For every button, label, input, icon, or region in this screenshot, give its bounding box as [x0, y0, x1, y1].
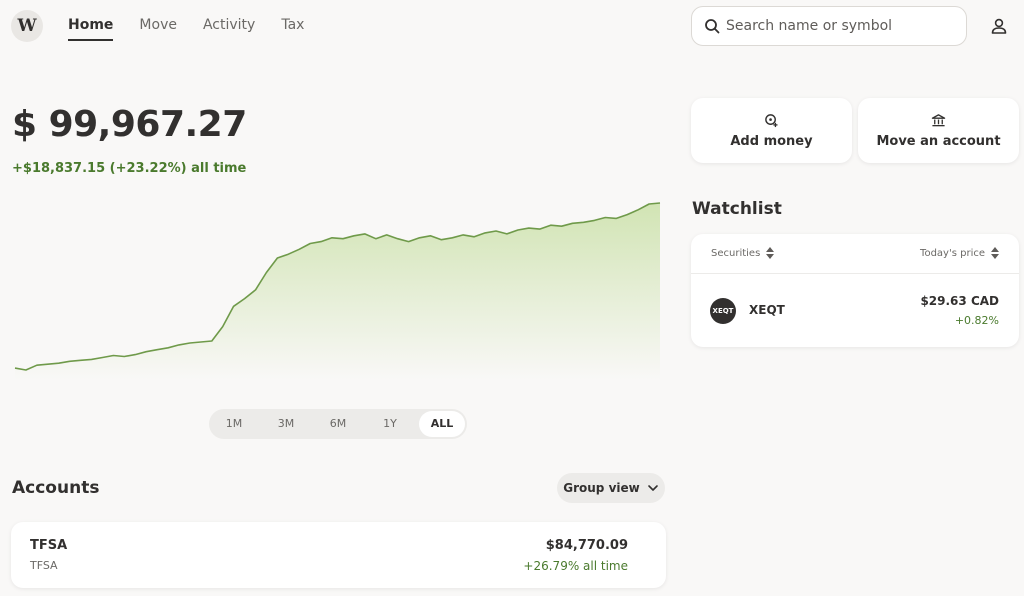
- accounts-heading: Accounts: [12, 478, 100, 498]
- portfolio-balance: $ 99,967.27: [12, 104, 247, 145]
- search-icon: [705, 19, 720, 34]
- sort-icon: [991, 247, 999, 259]
- nav-activity[interactable]: Activity: [203, 17, 255, 41]
- watchlist-heading: Watchlist: [692, 199, 782, 219]
- main-nav: Home Move Activity Tax: [68, 17, 330, 41]
- time-range-selector: 1M 3M 6M 1Y ALL: [209, 409, 467, 439]
- price-column-label: Today's price: [920, 247, 985, 259]
- sort-icon: [766, 247, 775, 259]
- account-value: $84,770.09: [545, 538, 628, 553]
- range-1y[interactable]: 1Y: [367, 411, 413, 437]
- nav-home[interactable]: Home: [68, 17, 114, 41]
- user-icon[interactable]: [990, 17, 1008, 35]
- portfolio-chart[interactable]: [10, 195, 665, 380]
- add-money-label: Add money: [730, 133, 813, 149]
- range-3m[interactable]: 3M: [263, 411, 309, 437]
- search-placeholder: Search name or symbol: [726, 18, 893, 34]
- nav-tax[interactable]: Tax: [281, 17, 304, 41]
- range-6m[interactable]: 6M: [315, 411, 361, 437]
- account-type: TFSA: [30, 559, 58, 572]
- security-logo: XEQT: [710, 298, 736, 324]
- securities-column-label: Securities: [711, 247, 761, 259]
- chart-area: [15, 203, 660, 380]
- add-money-button[interactable]: Add money: [691, 98, 852, 163]
- security-price: $29.63 CAD: [920, 294, 999, 308]
- account-name: TFSA: [30, 538, 68, 553]
- sort-securities[interactable]: Securities: [711, 247, 775, 259]
- portfolio-change: +$18,837.15 (+23.22%) all time: [12, 161, 247, 176]
- watchlist-header: Securities Today's price: [691, 234, 1019, 274]
- plus-coin-icon: [765, 113, 778, 127]
- watchlist-row[interactable]: XEQT XEQT $29.63 CAD +0.82%: [691, 273, 1019, 347]
- security-symbol: XEQT: [749, 303, 785, 317]
- move-account-button[interactable]: Move an account: [858, 98, 1019, 163]
- sort-price[interactable]: Today's price: [920, 247, 999, 259]
- logo[interactable]: W: [11, 10, 43, 42]
- nav-move[interactable]: Move: [139, 17, 177, 41]
- range-1m[interactable]: 1M: [211, 411, 257, 437]
- account-card[interactable]: TFSA TFSA $84,770.09 +26.79% all time: [11, 522, 666, 588]
- group-view-button[interactable]: Group view: [557, 473, 665, 503]
- move-account-label: Move an account: [876, 133, 1001, 149]
- chevron-down-icon: [647, 485, 658, 491]
- range-all[interactable]: ALL: [419, 411, 465, 437]
- security-change: +0.82%: [954, 314, 999, 327]
- bank-icon: [931, 113, 946, 126]
- search-input[interactable]: Search name or symbol: [691, 6, 967, 46]
- group-view-label: Group view: [563, 481, 640, 495]
- watchlist-card: Securities Today's price XEQT XEQT $29.6…: [691, 234, 1019, 347]
- account-return: +26.79% all time: [523, 559, 628, 573]
